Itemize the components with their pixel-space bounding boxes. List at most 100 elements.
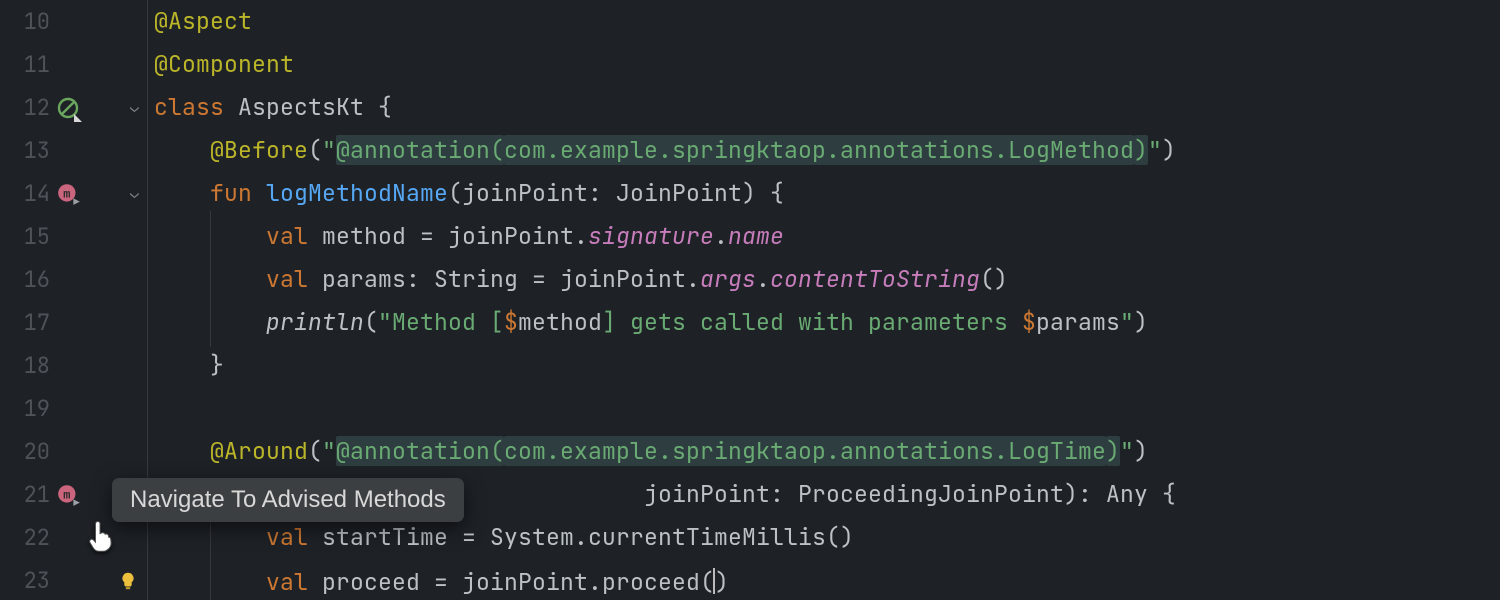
code-token: . — [714, 221, 728, 251]
code-content[interactable]: @Before("@annotation(com.example.springk… — [148, 139, 1176, 162]
svg-text:m: m — [63, 187, 70, 201]
code-content[interactable]: } — [148, 354, 224, 377]
code-content[interactable]: println("Method [$method] gets called wi… — [148, 311, 1148, 334]
code-line[interactable]: 11 @Component — [0, 43, 1500, 86]
text-caret — [713, 568, 715, 594]
code-line[interactable]: 12 ⌄ class AspectsKt { — [0, 86, 1500, 129]
code-token: name — [728, 221, 784, 251]
code-token: { — [378, 92, 392, 122]
code-line[interactable]: 14 m ⌄ fun logMethodName(joinPoint: JoinPo… — [0, 172, 1500, 215]
code-content[interactable]: val method = joinPoint.signature.name — [148, 225, 784, 248]
code-token: ) — [1134, 135, 1148, 165]
code-line[interactable]: 20 @Around("@annotation(com.example.spri… — [0, 430, 1500, 473]
gutter[interactable]: 14 m ⌄ — [0, 172, 148, 215]
code-token: (joinPoint: JoinPoint) { — [448, 178, 784, 208]
code-token: val — [266, 522, 322, 552]
code-token: " — [1120, 436, 1134, 466]
code-token: startTime = System.currentTimeMillis() — [322, 522, 854, 552]
code-token: ) — [1106, 436, 1120, 466]
line-number: 11 — [6, 54, 50, 76]
code-token: . — [756, 264, 770, 294]
code-token: args — [700, 264, 756, 294]
code-content[interactable]: fun logMethodName(joinPoint: JoinPoint) … — [148, 182, 784, 205]
code-line[interactable]: 17 println("Method [$method] gets called… — [0, 301, 1500, 344]
code-line[interactable]: 10 @Aspect — [0, 0, 1500, 43]
code-token: com.example.springktaop.annotations.LogT… — [504, 436, 1106, 466]
code-token: println — [266, 307, 364, 337]
code-content[interactable]: class AspectsKt { — [148, 96, 392, 119]
code-token: val — [266, 221, 322, 251]
code-token: @Component — [154, 49, 294, 79]
line-number: 16 — [6, 269, 50, 291]
code-token: @annotation( — [336, 436, 504, 466]
code-token: class — [154, 92, 238, 122]
gutter[interactable]: 17 — [0, 301, 148, 344]
code-line[interactable]: 23 val proceed = joinPoint.proceed() — [0, 559, 1500, 600]
code-token: proceed = joinPoint.proceed — [322, 567, 700, 597]
code-token: " — [1120, 307, 1134, 337]
gutter[interactable]: 19 — [0, 387, 148, 430]
code-content[interactable]: val proceed = joinPoint.proceed() — [148, 568, 729, 594]
code-line[interactable]: 15 val method = joinPoint.signature.name — [0, 215, 1500, 258]
line-number: 23 — [6, 570, 50, 592]
code-token: method = joinPoint. — [322, 221, 588, 251]
gutter[interactable]: 20 — [0, 430, 148, 473]
code-line[interactable]: 19 — [0, 387, 1500, 430]
code-token: @Around — [210, 436, 308, 466]
code-content[interactable]: val startTime = System.currentTimeMillis… — [148, 526, 854, 549]
line-number: 18 — [6, 355, 50, 377]
code-token: () — [980, 264, 1008, 294]
code-token: } — [210, 350, 224, 380]
fold-chevron-down-icon[interactable]: ⌄ — [130, 100, 139, 115]
code-token: ] gets called with parameters — [602, 307, 1022, 337]
code-line[interactable]: 18 } — [0, 344, 1500, 387]
gutter[interactable]: 16 — [0, 258, 148, 301]
code-line[interactable]: 16 val params: String = joinPoint.args.c… — [0, 258, 1500, 301]
gutter[interactable]: 22 — [0, 516, 148, 559]
gutter[interactable]: 12 ⌄ — [0, 86, 148, 129]
aspect-gutter-icon[interactable]: m — [56, 482, 82, 508]
line-number: 14 — [6, 183, 50, 205]
code-token: contentToString — [770, 264, 980, 294]
gutter[interactable]: 15 — [0, 215, 148, 258]
line-number: 13 — [6, 140, 50, 162]
code-token: logMethodName — [266, 178, 448, 208]
line-number: 15 — [6, 226, 50, 248]
gutter[interactable]: 13 — [0, 129, 148, 172]
code-token: " — [1148, 135, 1162, 165]
code-token: method — [518, 307, 602, 337]
code-token: signature — [588, 221, 714, 251]
fold-chevron-down-icon[interactable]: ⌄ — [130, 186, 139, 201]
code-content[interactable]: @Component — [148, 53, 294, 76]
line-number: 17 — [6, 312, 50, 334]
lightbulb-icon[interactable] — [117, 570, 139, 592]
code-token: ( — [308, 135, 322, 165]
code-token: () — [700, 567, 729, 597]
code-line[interactable]: 22 val startTime = System.currentTimeMil… — [0, 516, 1500, 559]
tooltip-navigate-advised: Navigate To Advised Methods — [112, 478, 464, 522]
code-token: $ — [1022, 307, 1036, 337]
code-token: $ — [504, 307, 518, 337]
code-token: ) — [1134, 307, 1148, 337]
code-token: val — [266, 264, 322, 294]
code-token: params — [1036, 307, 1120, 337]
gutter[interactable]: 18 — [0, 344, 148, 387]
code-content[interactable]: @Aspect — [148, 10, 252, 33]
code-content[interactable]: @Around("@annotation(com.example.springk… — [148, 440, 1148, 463]
code-token: ) — [1162, 135, 1176, 165]
line-number: 22 — [6, 527, 50, 549]
line-number: 12 — [6, 97, 50, 119]
gutter[interactable]: 11 — [0, 43, 148, 86]
gutter[interactable]: 23 — [0, 559, 148, 600]
code-token: ( — [364, 307, 378, 337]
line-number: 10 — [6, 11, 50, 33]
line-number: 19 — [6, 398, 50, 420]
cursor-pointer-icon — [85, 516, 119, 558]
gutter[interactable]: 10 — [0, 0, 148, 43]
code-line[interactable]: 13 @Before("@annotation(com.example.spri… — [0, 129, 1500, 172]
aspect-gutter-icon[interactable]: m — [56, 181, 82, 207]
svg-text:m: m — [63, 488, 70, 502]
prohibit-icon[interactable] — [56, 96, 80, 120]
code-token: com.example.springktaop.annotations.LogM… — [504, 135, 1134, 165]
code-content[interactable]: val params: String = joinPoint.args.cont… — [148, 268, 1008, 291]
